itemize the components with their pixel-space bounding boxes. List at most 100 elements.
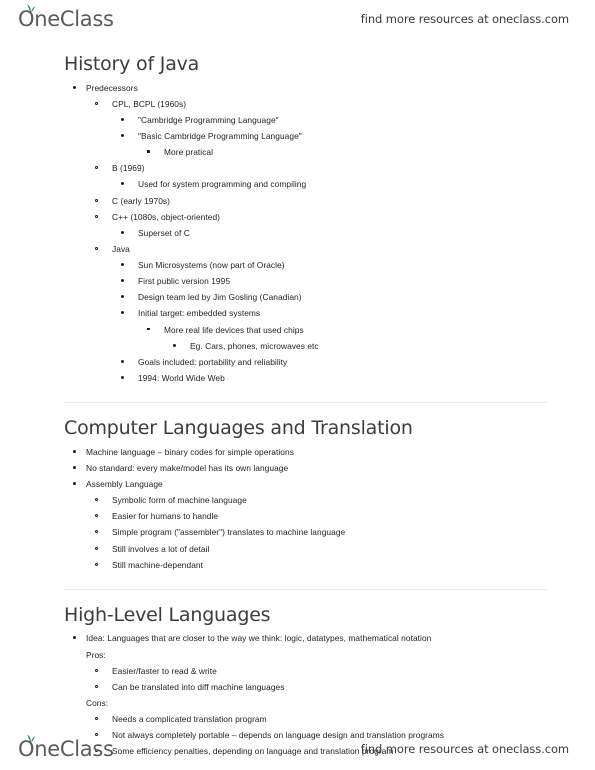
logo-text: OneClass [18, 6, 114, 31]
outline-item: Goals included: portability and reliabil… [112, 354, 547, 370]
outline-item: Assembly Language Symbolic form of machin… [64, 476, 547, 573]
outline-item: Can be translated into diff machine lang… [86, 679, 547, 695]
oneclass-logo-footer: OneClass [18, 734, 114, 760]
outline-item: More real life devices that used chips Eg… [138, 322, 547, 354]
bullet-disc-icon [73, 465, 76, 469]
outline-item: Easier for humans to handle [86, 508, 547, 524]
outline-item-label: Predecessors [86, 82, 138, 93]
outline-item: Still involves a lot of detail [86, 541, 547, 557]
outline-item-label: Java [112, 243, 130, 254]
outline-item: Eg. Cars, phones, microwaves etc [164, 338, 547, 354]
bullet-circle-icon [95, 530, 98, 534]
outline-list: "Cambridge Programming Language" "Basic C… [112, 112, 547, 160]
outline-item: Easier/faster to read & write [86, 663, 547, 679]
outline-list: Easier/faster to read & write Can be tran… [86, 663, 547, 695]
outline-item: Sun Microsystems (now part of Oracle) [112, 257, 547, 273]
outline-item: "Basic Cambridge Programming Language" Mo… [112, 128, 547, 160]
outline-item: Simple program ("assembler") translates … [86, 524, 547, 540]
bullet-circle-icon [95, 684, 98, 688]
bullet-square-icon [147, 150, 150, 153]
outline-list: Used for system programming and compilin… [112, 176, 547, 192]
bullet-disc-icon [73, 482, 76, 485]
outline-item-label: 1994: World Wide Web [138, 372, 225, 383]
bullet-circle-icon [95, 498, 98, 502]
section-heading: High-Level Languages [64, 588, 547, 631]
outline-item-label: Can be translated into diff machine lang… [112, 681, 285, 692]
outline-item-label: Symbolic form of machine language [112, 495, 247, 506]
outline-item-label: Machine language – binary codes for simp… [86, 446, 294, 457]
bullet-disc-icon [73, 85, 76, 89]
outline-item-label: More real life devices that used chips [164, 324, 304, 335]
bullet-circle-icon [95, 717, 98, 721]
outline-item: Still machine-dependant [86, 557, 547, 573]
page-header: OneClass find more resources at oneclass… [0, 2, 595, 36]
outline-item-label: First public version 1995 [138, 276, 231, 287]
bullet-disc-icon [121, 375, 124, 379]
page-footer: OneClass find more resources at oneclass… [0, 732, 595, 766]
outline-item-label: Design team led by Jim Gosling (Canadian… [138, 292, 302, 303]
outline-item: 1994: World Wide Web [112, 370, 547, 386]
bullet-disc-icon [121, 279, 124, 283]
outline-list: More real life devices that used chips Eg… [138, 322, 547, 354]
outline-item-label: C++ (1080s, object-oriented) [112, 211, 221, 222]
outline-item: No standard: every make/model has its ow… [64, 460, 547, 476]
outline-item-label: Eg. Cars, phones, microwaves etc [190, 340, 319, 351]
outline-item-label: Still machine-dependant [112, 559, 204, 570]
bullet-circle-icon [95, 546, 98, 550]
outline-item-label: Easier for humans to handle [112, 511, 219, 522]
bullet-circle-icon [95, 166, 98, 170]
header-promo-text: find more resources at oneclass.com [360, 12, 569, 26]
outline-item: Initial target: embedded systems More rea… [112, 305, 547, 353]
document-body: History of Java Predecessors CPL, BCPL (19… [0, 52, 595, 763]
outline-item: CPL, BCPL (1960s) "Cambridge Programming … [86, 96, 547, 161]
bullet-disc-icon [73, 449, 76, 453]
outline-item: Java Sun Microsystems (now part of Oracle… [86, 241, 547, 386]
outline-item-label: Needs a complicated translation program [112, 714, 267, 725]
outline-list: Symbolic form of machine language Easier … [86, 492, 547, 573]
outline-item-label: Idea: Languages that are closer to the w… [86, 633, 432, 644]
bullet-circle-icon [95, 668, 98, 672]
bullet-circle-icon [95, 198, 98, 202]
outline-subheading-label: Pros: [86, 649, 106, 660]
bullet-circle-icon [95, 562, 98, 566]
outline-item-label: CPL, BCPL (1960s) [112, 98, 187, 109]
outline-item-label: No standard: every make/model has its ow… [86, 462, 289, 473]
outline-item-label: Still involves a lot of detail [112, 543, 210, 554]
bullet-disc-icon [121, 359, 124, 363]
bullet-disc-icon [121, 134, 124, 138]
section-heading: History of Java [64, 53, 200, 75]
outline-item: Machine language – binary codes for simp… [64, 444, 547, 460]
outline-item: Superset of C [112, 225, 547, 241]
outline-item: Symbolic form of machine language [86, 492, 547, 508]
document-section: Computer Languages and Translation Machin… [64, 402, 547, 573]
outline-item: Idea: Languages that are closer to the w… [64, 630, 547, 695]
outline-item: Predecessors CPL, BCPL (1960s) "Cambridge … [64, 80, 547, 386]
outline-item: C (early 1970s) [86, 193, 547, 209]
bullet-disc-icon [121, 182, 124, 186]
outline-list: Machine language – binary codes for simp… [64, 444, 547, 573]
outline-item: Design team led by Jim Gosling (Canadian… [112, 289, 547, 305]
outline-item-label: B (1969) [112, 163, 145, 174]
outline-item: B (1969) Used for system programming and … [86, 160, 547, 192]
document-section: History of Java Predecessors CPL, BCPL (19… [64, 52, 547, 386]
bullet-disc-icon [121, 263, 124, 267]
bullet-disc-icon [121, 117, 124, 121]
outline-item: "Cambridge Programming Language" [112, 112, 547, 128]
outline-item-label: Goals included: portability and reliabil… [138, 356, 288, 367]
outline-item: C++ (1080s, object-oriented) Superset of … [86, 209, 547, 241]
bullet-disc-icon [121, 230, 124, 234]
bullet-disc-icon [73, 636, 76, 640]
outline-item-label: More pratical [164, 147, 214, 158]
section-heading: Computer Languages and Translation [64, 402, 547, 444]
outline-item: Needs a complicated translation program [86, 711, 547, 727]
outline-item-label: Easier/faster to read & write [112, 665, 217, 676]
bullet-square-icon [147, 327, 150, 331]
bullet-circle-icon [95, 214, 98, 218]
outline-item-label: Simple program ("assembler") translates … [112, 527, 346, 538]
bullet-circle-icon [95, 514, 98, 518]
bullet-circle-icon [95, 101, 98, 105]
oneclass-logo: OneClass [18, 4, 114, 31]
outline-list: Eg. Cars, phones, microwaves etc [164, 338, 547, 354]
outline-list: CPL, BCPL (1960s) "Cambridge Programming … [86, 96, 547, 386]
outline-item-label: Assembly Language [86, 479, 163, 489]
